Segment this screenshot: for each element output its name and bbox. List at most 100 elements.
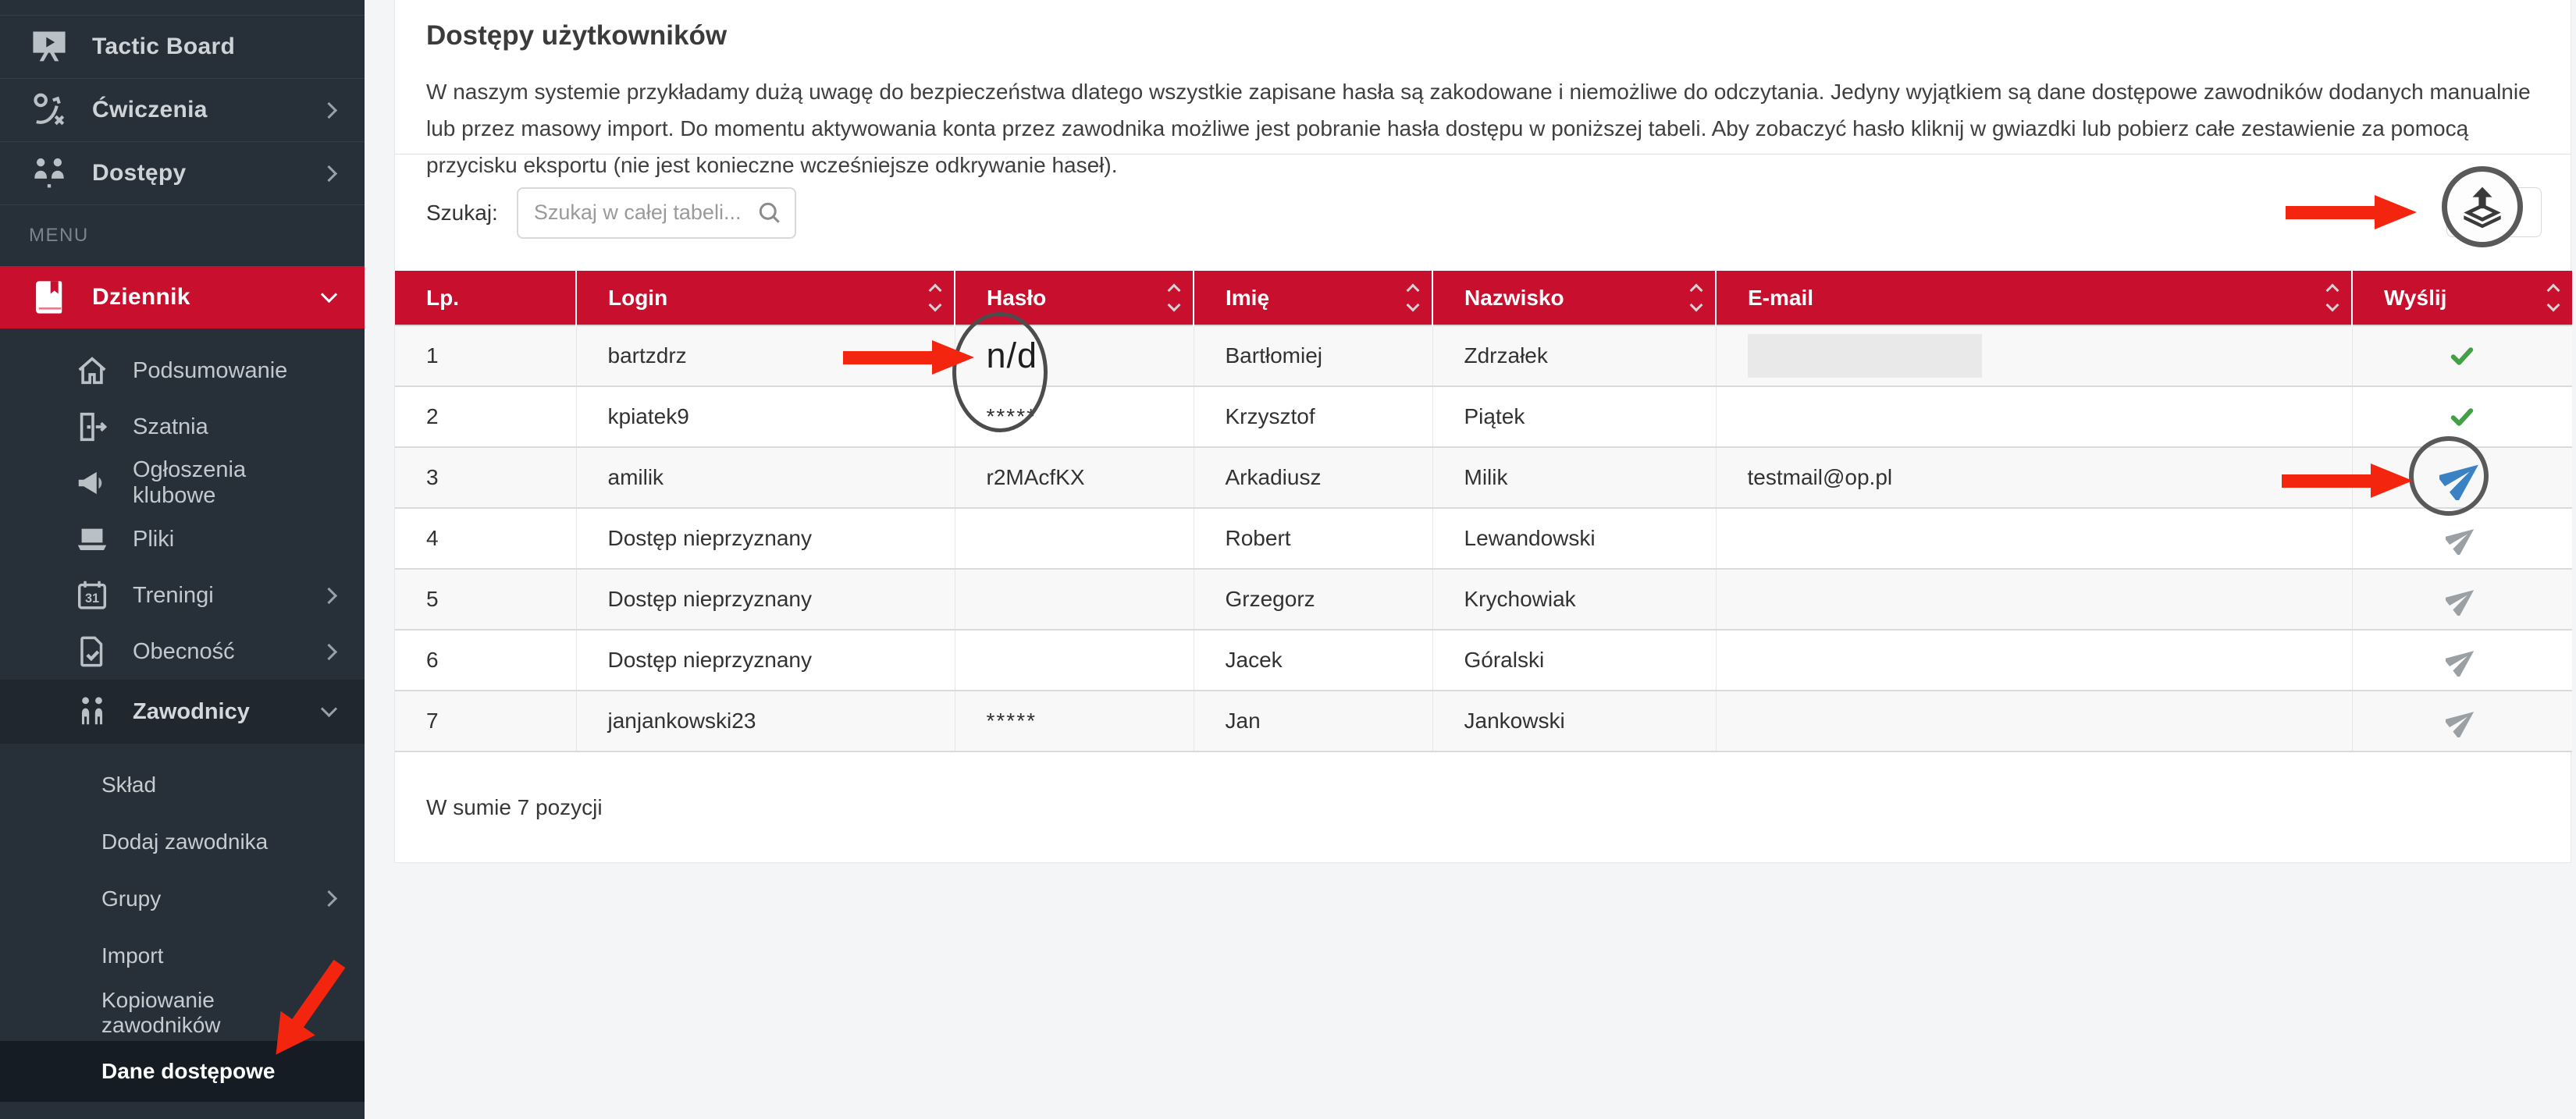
cell-login: janjankowski23 xyxy=(576,691,955,751)
dziennik-submenu: Podsumowanie Szatnia Ogłoszenia klubowe … xyxy=(0,329,365,744)
cell-login: amilik xyxy=(576,447,955,508)
sidebar-item-label: Obecność xyxy=(133,639,235,665)
journal-book-icon xyxy=(27,275,71,319)
cell-login: Dostęp nieprzyznany xyxy=(576,630,955,691)
exercises-icon xyxy=(27,88,71,132)
cell-password: r2MAcfKX xyxy=(955,447,1194,508)
cell-email xyxy=(1716,630,2352,691)
send-email-plane-icon[interactable] xyxy=(2446,646,2478,670)
sidebar-item-label: Podsumowanie xyxy=(133,358,287,384)
sidebar-item-pliki[interactable]: Pliki xyxy=(0,511,365,567)
cell-email xyxy=(1716,508,2352,569)
cell-password: ***** xyxy=(955,386,1194,447)
sidebar-item-label: Skład xyxy=(101,773,156,798)
table-row: 5 Dostęp nieprzyznany Grzegorz Krychowia… xyxy=(395,569,2572,630)
cell-email xyxy=(1716,325,2352,386)
password-masked[interactable]: ***** xyxy=(987,709,1037,733)
redacted-email-block xyxy=(1748,334,1982,378)
cell-send xyxy=(2352,569,2572,630)
chevron-down-icon xyxy=(321,700,337,716)
send-email-plane-icon[interactable] xyxy=(2439,464,2485,488)
sidebar-item-szatnia[interactable]: Szatnia xyxy=(0,399,365,455)
sort-icon[interactable] xyxy=(1692,286,1701,310)
locker-room-door-icon xyxy=(72,407,112,447)
table-row: 2 kpiatek9 ***** Krzysztof Piątek xyxy=(395,386,2572,447)
sidebar-item-treningi[interactable]: Treningi xyxy=(0,567,365,623)
attendance-doc-icon xyxy=(72,631,112,672)
cell-last-name: Góralski xyxy=(1432,630,1716,691)
col-header-nazwisko[interactable]: Nazwisko xyxy=(1432,271,1716,325)
cell-send xyxy=(2352,386,2572,447)
sidebar-item-cwiczenia[interactable]: Ćwiczenia xyxy=(0,79,365,142)
cell-last-name: Piątek xyxy=(1432,386,1716,447)
sidebar-item-podsumowanie[interactable]: Podsumowanie xyxy=(0,343,365,399)
sidebar-item-dane-dostepowe[interactable]: Dane dostępowe xyxy=(0,1041,365,1102)
sidebar-section-label: MENU xyxy=(0,205,365,266)
cell-login: Dostęp nieprzyznany xyxy=(576,569,955,630)
col-header-wyslij[interactable]: Wyślij xyxy=(2352,271,2572,325)
sidebar-item-zawodnicy[interactable]: Zawodnicy xyxy=(0,680,365,744)
sidebar-item-label: Dodaj zawodnika xyxy=(101,829,268,854)
cell-send xyxy=(2352,508,2572,569)
password-masked[interactable]: ***** xyxy=(987,404,1037,428)
cell-first-name: Arkadiusz xyxy=(1194,447,1432,508)
cell-first-name: Jacek xyxy=(1194,630,1432,691)
send-email-plane-icon[interactable] xyxy=(2446,524,2478,549)
search-label: Szukaj: xyxy=(426,201,498,226)
sidebar-top-divider xyxy=(0,0,365,16)
sidebar-item-label: Dostępy xyxy=(92,160,186,186)
cell-lp: 7 xyxy=(395,691,576,751)
col-header-email[interactable]: E-mail xyxy=(1716,271,2352,325)
table-row: 4 Dostęp nieprzyznany Robert Lewandowski xyxy=(395,508,2572,569)
sidebar-item-label: Dane dostępowe xyxy=(101,1059,275,1084)
sidebar-item-ogloszenia-klubowe[interactable]: Ogłoszenia klubowe xyxy=(0,455,365,511)
sort-icon[interactable] xyxy=(1408,286,1418,310)
sort-icon[interactable] xyxy=(930,286,940,310)
cell-login: Dostęp nieprzyznany xyxy=(576,508,955,569)
col-header-imie[interactable]: Imię xyxy=(1194,271,1432,325)
cell-password xyxy=(955,508,1194,569)
search-input[interactable] xyxy=(517,187,796,239)
export-button[interactable] xyxy=(2446,187,2542,237)
sidebar-item-dostepy[interactable]: Dostępy xyxy=(0,142,365,205)
cell-lp: 1 xyxy=(395,325,576,386)
cell-password: n/d xyxy=(955,325,1194,386)
sidebar-item-grupy[interactable]: Grupy xyxy=(0,870,365,927)
sidebar-item-dziennik[interactable]: Dziennik xyxy=(0,266,365,329)
table-summary: W sumie 7 pozycji xyxy=(395,752,2571,862)
sidebar-item-import[interactable]: Import xyxy=(0,927,365,984)
col-header-haslo[interactable]: Hasło xyxy=(955,271,1194,325)
chevron-down-icon xyxy=(321,286,337,302)
cell-last-name: Lewandowski xyxy=(1432,508,1716,569)
sidebar-item-dodaj-zawodnika[interactable]: Dodaj zawodnika xyxy=(0,813,365,870)
sort-icon[interactable] xyxy=(2549,286,2558,310)
cell-email xyxy=(1716,386,2352,447)
table-header-row: Lp. Login Hasło Imię Nazwisko E-mail Wyś… xyxy=(395,271,2572,325)
cell-send xyxy=(2352,630,2572,691)
cell-last-name: Zdrzałek xyxy=(1432,325,1716,386)
megaphone-icon xyxy=(72,463,112,503)
cell-last-name: Jankowski xyxy=(1432,691,1716,751)
send-email-plane-icon[interactable] xyxy=(2446,585,2478,609)
sidebar-item-label: Pliki xyxy=(133,527,174,552)
sent-check-icon xyxy=(2448,403,2476,427)
cell-first-name: Robert xyxy=(1194,508,1432,569)
sidebar-item-label: Ogłoszenia klubowe xyxy=(133,457,335,509)
sidebar-item-obecnosc[interactable]: Obecność xyxy=(0,623,365,680)
sidebar-item-label: Dziennik xyxy=(92,284,190,311)
col-header-login[interactable]: Login xyxy=(576,271,955,325)
sidebar-item-label: Tactic Board xyxy=(92,34,235,60)
access-table: Lp. Login Hasło Imię Nazwisko E-mail Wyś… xyxy=(395,271,2572,752)
sidebar-item-tactic-board[interactable]: Tactic Board xyxy=(0,16,365,79)
sort-icon[interactable] xyxy=(1169,286,1179,310)
toolbar: Szukaj: xyxy=(395,155,2571,271)
sort-icon[interactable] xyxy=(2328,286,2337,310)
sidebar-item-sklad[interactable]: Skład xyxy=(0,756,365,813)
cell-password xyxy=(955,630,1194,691)
send-email-plane-icon[interactable] xyxy=(2446,707,2478,731)
cell-email: testmail@op.pl xyxy=(1716,447,2352,508)
cell-last-name: Milik xyxy=(1432,447,1716,508)
laptop-icon xyxy=(72,519,112,560)
cell-last-name: Krychowiak xyxy=(1432,569,1716,630)
sidebar-item-kopiowanie-zawodnikow[interactable]: Kopiowanie zawodników xyxy=(0,984,365,1041)
